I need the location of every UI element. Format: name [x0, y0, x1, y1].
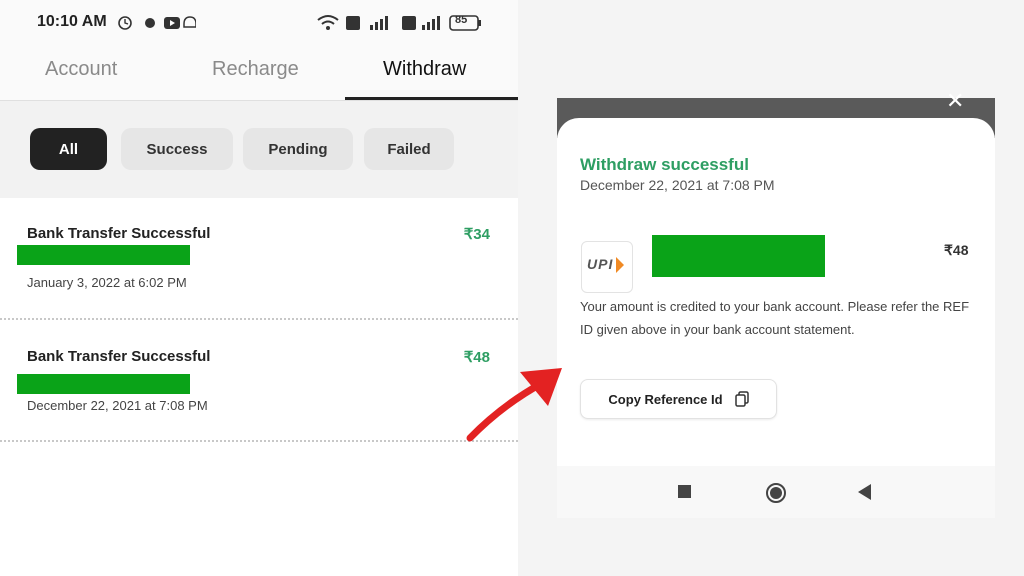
transaction-title: Bank Transfer Successful: [27, 348, 211, 365]
row-divider: [0, 318, 518, 320]
transaction-date: January 3, 2022 at 6:02 PM: [27, 275, 187, 290]
withdraw-history-screen: 10:10 AM 85 Account Recharge Withdraw Al…: [0, 0, 518, 576]
dialog-date: December 22, 2021 at 7:08 PM: [580, 177, 775, 193]
copy-reference-label: Copy Reference Id: [608, 391, 723, 407]
home-icon[interactable]: [765, 482, 787, 504]
dialog-amount: ₹48: [944, 242, 969, 258]
back-icon[interactable]: [858, 484, 872, 500]
transaction-title: Bank Transfer Successful: [27, 225, 211, 242]
redaction-bar: [17, 245, 190, 265]
copy-icon: [734, 391, 749, 407]
close-icon[interactable]: ✕: [946, 88, 964, 114]
filter-all[interactable]: All: [30, 128, 107, 170]
redaction-bar: [652, 235, 825, 277]
redaction-bar: [17, 374, 190, 394]
tab-recharge[interactable]: Recharge: [212, 58, 299, 81]
row-divider: [0, 440, 518, 442]
dialog-title: Withdraw successful: [580, 155, 749, 174]
copy-reference-button[interactable]: Copy Reference Id: [580, 379, 777, 419]
filter-failed[interactable]: Failed: [364, 128, 454, 170]
upi-logo-text: UPI: [587, 256, 614, 272]
transaction-amount: ₹34: [463, 226, 490, 243]
tab-withdraw[interactable]: Withdraw: [383, 58, 466, 81]
active-tab-indicator: [345, 97, 518, 100]
transaction-list: Bank Transfer Successful ₹34 January 3, …: [0, 198, 518, 576]
upi-arrow-icon: [616, 257, 624, 273]
status-bar: 10:10 AM 85: [0, 0, 518, 46]
status-time: 10:10 AM: [37, 13, 107, 30]
status-notification-icons: [118, 16, 196, 30]
upi-logo: UPI: [581, 241, 633, 293]
annotation-arrow-icon: [466, 368, 562, 442]
tab-account[interactable]: Account: [45, 58, 117, 81]
filter-pending[interactable]: Pending: [243, 128, 353, 170]
dialog-message: Your amount is credited to your bank acc…: [580, 299, 970, 337]
transaction-date: December 22, 2021 at 7:08 PM: [27, 398, 208, 413]
filter-success[interactable]: Success: [121, 128, 233, 170]
battery-level: 85: [455, 14, 468, 26]
recents-icon[interactable]: [678, 485, 692, 499]
tab-bar: Account Recharge Withdraw: [0, 46, 518, 102]
